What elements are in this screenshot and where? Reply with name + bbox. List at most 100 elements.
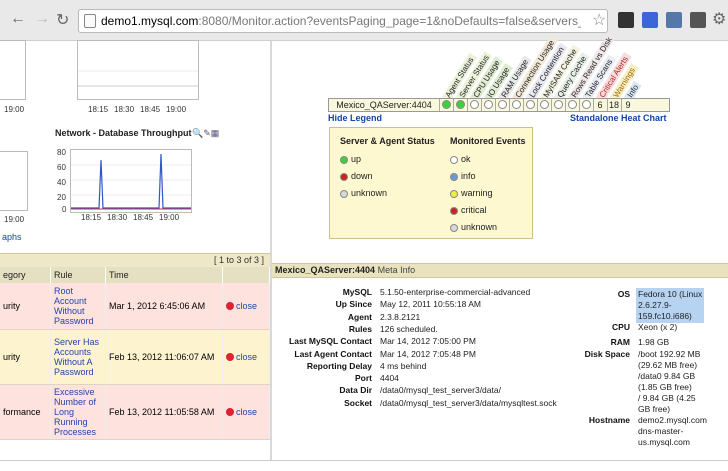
status-up-icon <box>441 100 451 109</box>
partial-chart-left <box>0 40 26 100</box>
status-up-icon <box>455 100 465 109</box>
close-icon <box>226 302 234 311</box>
close-label: close <box>236 406 258 417</box>
address-bar[interactable]: demo1.mysql.com:8080/Monitor.action?even… <box>78 9 608 33</box>
standalone-heat-chart-link[interactable]: Standalone Heat Chart <box>570 113 667 123</box>
meta-label: Up Since <box>335 299 372 310</box>
top-chart <box>77 40 199 100</box>
event-ok-icon <box>581 100 591 109</box>
event-ok-icon <box>450 155 458 164</box>
event-ok-icon <box>539 100 549 109</box>
chart-tools-icons[interactable]: 🔍✎▦ <box>192 128 219 139</box>
close-label: close <box>236 351 258 362</box>
heat-cell[interactable] <box>537 99 550 111</box>
event-ok-icon <box>525 100 535 109</box>
pager-text: [ 1 to 3 of 3 ] <box>213 255 264 265</box>
rule-link[interactable]: Server Has Accounts Without A Password <box>54 337 99 377</box>
meta-label: Socket <box>344 397 372 408</box>
chat-extension-icon[interactable] <box>642 12 658 28</box>
extension-dark-icon[interactable] <box>690 12 706 28</box>
wrench-menu-icon[interactable]: ⚙ <box>712 9 726 29</box>
tick-label: 19:00 <box>4 215 25 224</box>
hide-legend-link[interactable]: Hide Legend <box>328 113 382 123</box>
page-icon <box>84 14 96 28</box>
x-tick: 18:15 <box>81 213 102 222</box>
network-chart-plot <box>71 153 191 210</box>
browser-toolbar: ← → ↻ demo1.mysql.com:8080/Monitor.actio… <box>0 0 728 41</box>
heat-cell[interactable] <box>551 99 564 111</box>
legend-info: info <box>450 171 476 181</box>
meta-value: 5.1.50-enterprise-commercial-advanced <box>380 287 531 297</box>
hostname-label: Hostname <box>588 415 630 425</box>
meta-label: Reporting Delay <box>306 360 372 371</box>
heat-cell[interactable] <box>453 99 466 111</box>
close-icon <box>226 408 234 417</box>
heat-chart-row[interactable]: Mexico_QAServer:4404 6 18 9 <box>328 98 670 112</box>
disk-space-value: /boot 192.92 MB (29.62 MB free)/data0 9.8… <box>638 349 701 414</box>
legend-status-title: Server & Agent Status <box>340 136 435 146</box>
back-arrow-icon[interactable]: ← <box>10 10 26 28</box>
heat-cell[interactable] <box>467 99 480 111</box>
rule-link[interactable]: Excessive Number of Long Running Process… <box>54 387 96 437</box>
event-ok-icon <box>553 100 563 109</box>
url-text[interactable]: demo1.mysql.com:8080/Monitor.action?even… <box>101 14 581 28</box>
partial-network-chart <box>0 151 28 211</box>
extension-flag-icon[interactable] <box>666 12 682 28</box>
y-tick: 20 <box>57 193 66 202</box>
heat-server-name[interactable]: Mexico_QAServer:4404 <box>329 99 439 111</box>
heat-count-cell[interactable]: 18 <box>607 99 620 111</box>
meta-value: 4404 <box>380 373 399 384</box>
forward-arrow-icon[interactable]: → <box>34 10 50 28</box>
column-time[interactable]: Time <box>105 267 223 283</box>
legend-events-title: Monitored Events <box>450 136 526 146</box>
close-button[interactable]: close <box>226 352 257 362</box>
event-unknown-icon <box>450 223 458 232</box>
close-icon <box>226 353 234 362</box>
y-tick: 40 <box>57 178 66 187</box>
close-button[interactable]: close <box>226 301 257 311</box>
cpu-value: Xeon (x 2) <box>638 322 678 332</box>
time-cell: Feb 13, 2012 11:06:07 AM <box>105 329 223 385</box>
heat-cell[interactable] <box>439 99 452 111</box>
heat-legend: Server & Agent Status Monitored Events u… <box>329 127 533 239</box>
right-pane: Agent Status Server Status CPU Usage IO Usa… <box>272 33 728 460</box>
status-up-icon <box>340 155 348 164</box>
column-action <box>222 267 270 283</box>
network-chart <box>70 149 192 213</box>
x-tick: 18:45 <box>140 105 161 114</box>
heat-cell[interactable] <box>481 99 494 111</box>
graphs-link[interactable]: aphs <box>2 232 22 242</box>
disk-space-label: Disk Space <box>584 349 630 359</box>
heat-cell[interactable] <box>523 99 536 111</box>
heat-count-cell[interactable]: 6 <box>593 99 606 111</box>
legend-ok: ok <box>450 154 471 164</box>
category-cell: urity <box>0 329 51 385</box>
heat-cell[interactable] <box>495 99 508 111</box>
meta-value: /data0/mysql_test_server3/data/mysqltest… <box>380 397 557 408</box>
network-chart-title: Network - Database Throughput <box>55 128 192 138</box>
bookmark-star-icon[interactable]: ☆ <box>592 10 606 30</box>
meta-label: Last Agent Contact <box>294 348 372 359</box>
meta-value: Mar 14, 2012 7:05:00 PM <box>380 336 476 347</box>
close-button[interactable]: close <box>226 407 257 417</box>
heat-cell[interactable] <box>565 99 578 111</box>
top-chart-plot <box>78 70 198 87</box>
rule-link[interactable]: Root Account Without Password <box>54 286 94 326</box>
event-ok-icon <box>511 100 521 109</box>
heat-cell[interactable] <box>579 99 592 111</box>
table-row: urity Server Has Accounts Without A Pass… <box>0 329 270 385</box>
meta-label: Port <box>355 373 372 384</box>
reload-icon[interactable]: ↻ <box>56 10 69 30</box>
meta-value: Mar 14, 2012 7:05:48 PM <box>380 348 476 359</box>
heat-count-cell[interactable]: 9 <box>621 99 634 111</box>
heat-cell[interactable] <box>509 99 522 111</box>
x-tick: 18:15 <box>88 105 109 114</box>
meta-label: Rules <box>348 323 372 334</box>
event-ok-icon <box>567 100 577 109</box>
column-category[interactable]: egory <box>0 267 51 283</box>
legend-up: up <box>340 154 361 164</box>
column-rule[interactable]: Rule <box>50 267 106 283</box>
extension-icon[interactable] <box>618 12 634 28</box>
os-value: Fedora 10 (Linux 2.6.27.9- 159.fc10.i686) <box>636 288 705 323</box>
os-label: OS <box>617 289 630 299</box>
